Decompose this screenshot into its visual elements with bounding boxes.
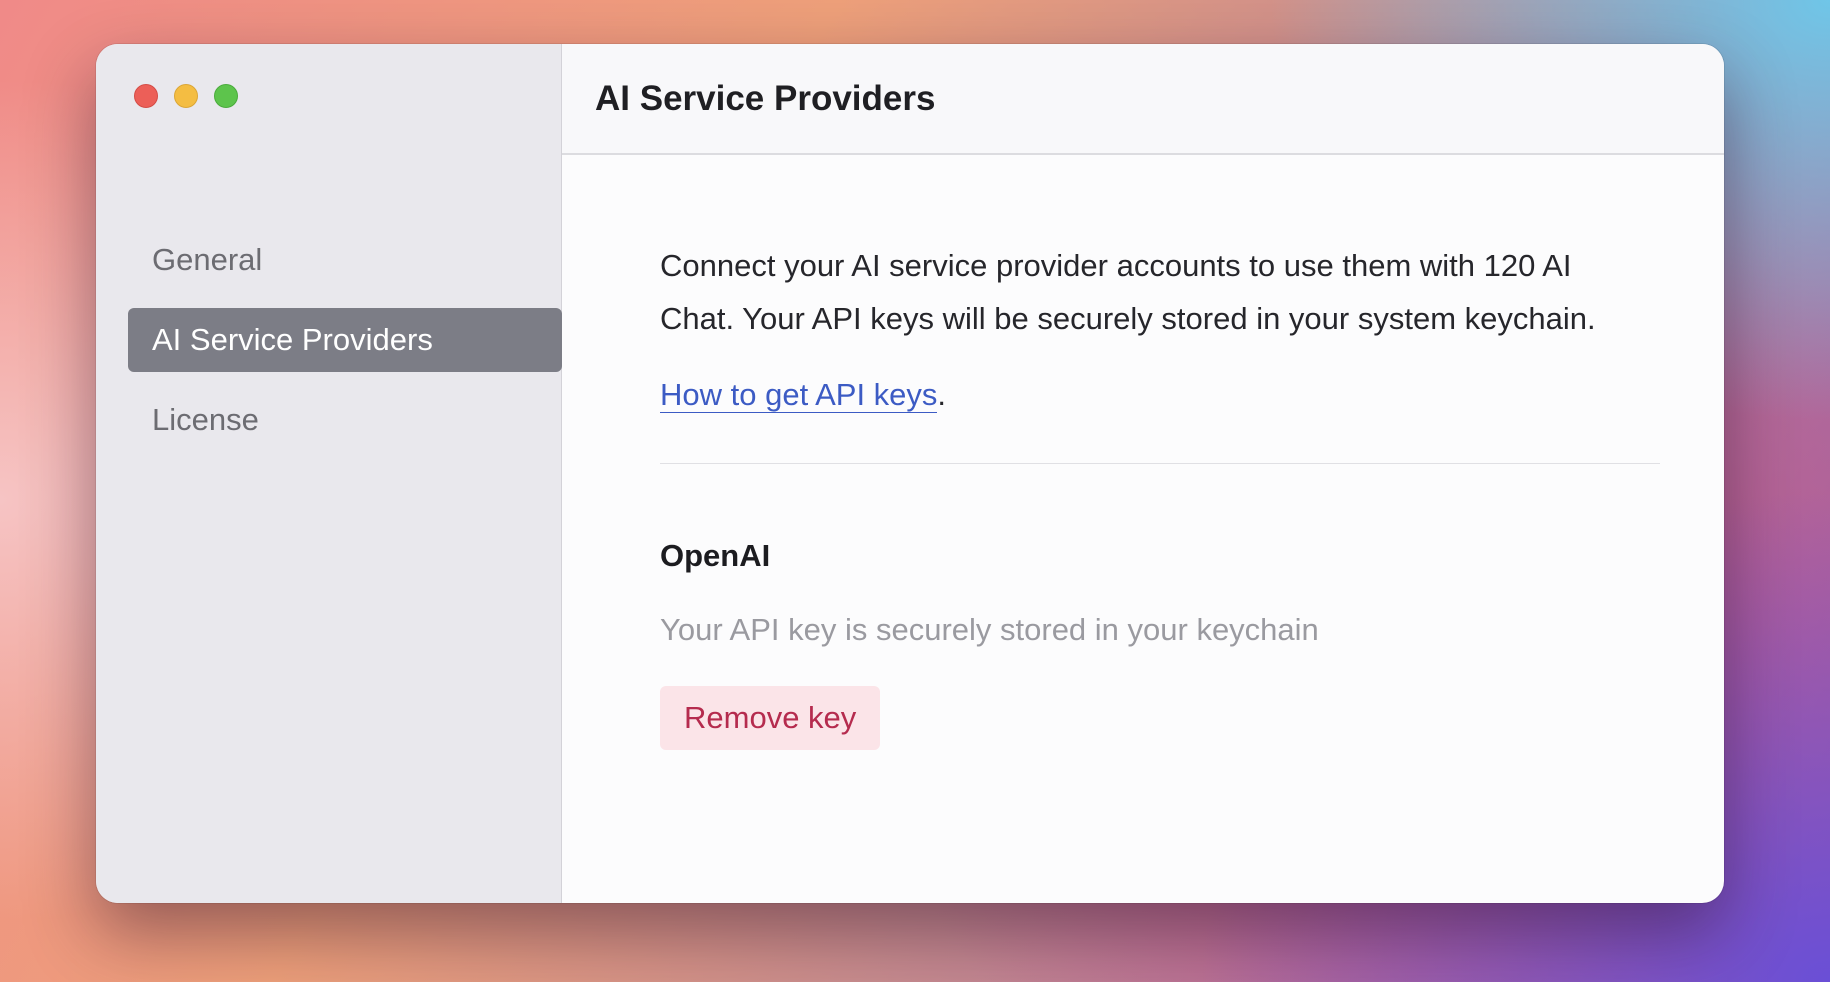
section-divider	[660, 463, 1660, 464]
main-panel: AI Service Providers Connect your AI ser…	[562, 44, 1724, 903]
panel-header: AI Service Providers	[562, 44, 1724, 155]
sidebar: General AI Service Providers License	[96, 44, 562, 903]
intro-text: Connect your AI service provider account…	[660, 248, 1596, 336]
close-window-button[interactable]	[134, 84, 158, 108]
provider-key-status: Your API key is securely stored in your …	[660, 612, 1319, 647]
sidebar-item-label: AI Service Providers	[152, 322, 433, 357]
provider-name: OpenAI	[660, 538, 771, 573]
minimize-window-button[interactable]	[174, 84, 198, 108]
sidebar-item-general[interactable]: General	[128, 228, 562, 292]
sidebar-item-license[interactable]: License	[128, 388, 562, 452]
sidebar-nav: General AI Service Providers License	[128, 228, 562, 468]
settings-window: General AI Service Providers License AI …	[96, 44, 1724, 903]
help-link-row: How to get API keys.	[660, 377, 1660, 413]
page-title: AI Service Providers	[595, 78, 936, 118]
help-link-suffix: .	[937, 377, 947, 412]
sidebar-item-label: License	[152, 402, 259, 437]
how-to-get-api-keys-link[interactable]: How to get API keys	[660, 377, 938, 413]
remove-key-button[interactable]: Remove key	[660, 686, 881, 750]
provider-openai: OpenAI Your API key is securely stored i…	[660, 538, 1660, 750]
window-controls	[134, 84, 238, 108]
maximize-window-button[interactable]	[214, 84, 238, 108]
panel-content: Connect your AI service provider account…	[562, 155, 1724, 750]
sidebar-item-ai-service-providers[interactable]: AI Service Providers	[128, 308, 562, 372]
sidebar-item-label: General	[152, 242, 263, 277]
